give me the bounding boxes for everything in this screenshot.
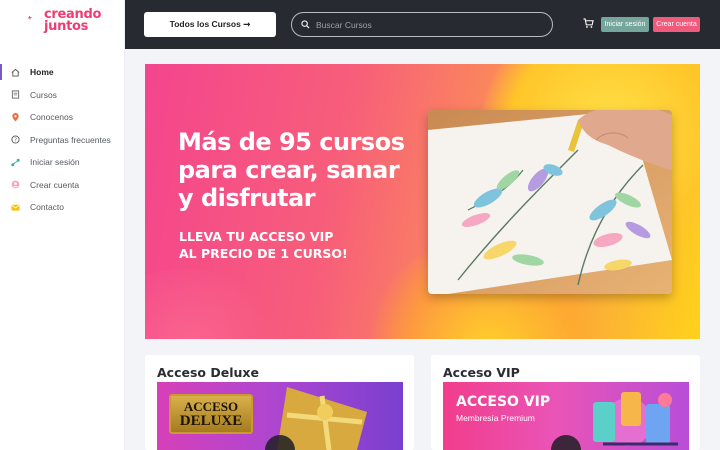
user-circle-icon — [11, 180, 20, 189]
search-icon — [301, 20, 310, 29]
sidebar: creando juntos Home Cursos Conocenos ? P… — [0, 0, 125, 450]
question-circle-icon: ? — [11, 135, 20, 144]
sidebar-item-crear-cuenta[interactable]: Crear cuenta — [0, 174, 125, 197]
sidebar-item-label: Contacto — [30, 202, 65, 213]
envelope-icon — [11, 203, 20, 212]
all-courses-button[interactable]: Todos los Cursos ➞ — [144, 12, 276, 37]
sidebar-item-contacto[interactable]: Contacto — [0, 196, 125, 219]
card-title: Acceso VIP — [443, 365, 520, 380]
banner-title-line: Más de 95 cursos — [178, 128, 405, 156]
sidebar-item-iniciar-sesion[interactable]: Iniciar sesión — [0, 151, 125, 174]
drawing-hand-photo — [428, 110, 672, 294]
vip-banner-subtitle: Membresía Premium — [456, 413, 535, 423]
sidebar-item-label: Conocenos — [30, 112, 74, 123]
sidebar-item-label: Home — [30, 67, 54, 78]
sidebar-item-label: Cursos — [30, 89, 57, 100]
banner-title-line: y disfrutar — [178, 184, 316, 212]
deluxe-badge: ACCESO DELUXE — [169, 394, 253, 434]
sidebar-item-cursos[interactable]: Cursos — [0, 84, 125, 107]
logo-text: creando juntos — [44, 8, 101, 34]
vip-banner-title: ACCESO VIP — [456, 394, 551, 410]
signup-button[interactable]: Crear cuenta — [653, 17, 700, 32]
cart-icon[interactable] — [583, 18, 594, 29]
banner-subtitle: LLEVA TU ACCESO VIP AL PRECIO DE 1 CURSO… — [179, 228, 348, 262]
sidebar-item-label: Crear cuenta — [30, 179, 80, 190]
sidebar-nav: Home Cursos Conocenos ? Preguntas frecue… — [0, 61, 125, 219]
banner-title-line: para crear, sanar — [178, 156, 400, 184]
logo-line-2: juntos — [44, 19, 89, 34]
location-pin-icon — [11, 112, 20, 122]
deluxe-badge-line: DELUXE — [179, 413, 243, 429]
access-card-deluxe[interactable]: Acceso Deluxe ACCESO DELUXE — [145, 355, 414, 450]
share-icon — [11, 158, 20, 167]
banner-decoration — [145, 269, 285, 339]
book-icon — [11, 90, 20, 99]
top-header: Todos los Cursos ➞ Iniciar sesión Crear … — [125, 0, 720, 49]
sidebar-item-home[interactable]: Home — [0, 61, 125, 84]
deluxe-badge-line: ACCESO — [183, 399, 239, 414]
banner-title: Más de 95 cursos para crear, sanar y dis… — [178, 128, 428, 212]
search-bar[interactable] — [291, 12, 553, 37]
sidebar-item-preguntas[interactable]: ? Preguntas frecuentes — [0, 129, 125, 152]
svg-text:?: ? — [14, 138, 17, 144]
sidebar-item-label: Preguntas frecuentes — [30, 134, 111, 145]
access-card-vip[interactable]: Acceso VIP ACCESO VIP Membresía Premium — [431, 355, 700, 450]
banner-subtitle-line: LLEVA TU ACCESO VIP — [179, 229, 334, 244]
banner-subtitle-line: AL PRECIO DE 1 CURSO! — [179, 246, 348, 261]
card-title: Acceso Deluxe — [157, 365, 259, 380]
home-icon — [11, 68, 20, 77]
logo[interactable]: creando juntos — [0, 0, 125, 45]
deluxe-card-image: ACCESO DELUXE — [157, 382, 403, 450]
sidebar-item-label: Iniciar sesión — [30, 157, 80, 168]
search-input[interactable] — [316, 19, 536, 30]
login-button[interactable]: Iniciar sesión — [601, 17, 649, 32]
sidebar-item-conocenos[interactable]: Conocenos — [0, 106, 125, 129]
hero-banner[interactable]: Más de 95 cursos para crear, sanar y dis… — [145, 64, 700, 339]
vip-card-image: ACCESO VIP Membresía Premium — [443, 382, 689, 450]
